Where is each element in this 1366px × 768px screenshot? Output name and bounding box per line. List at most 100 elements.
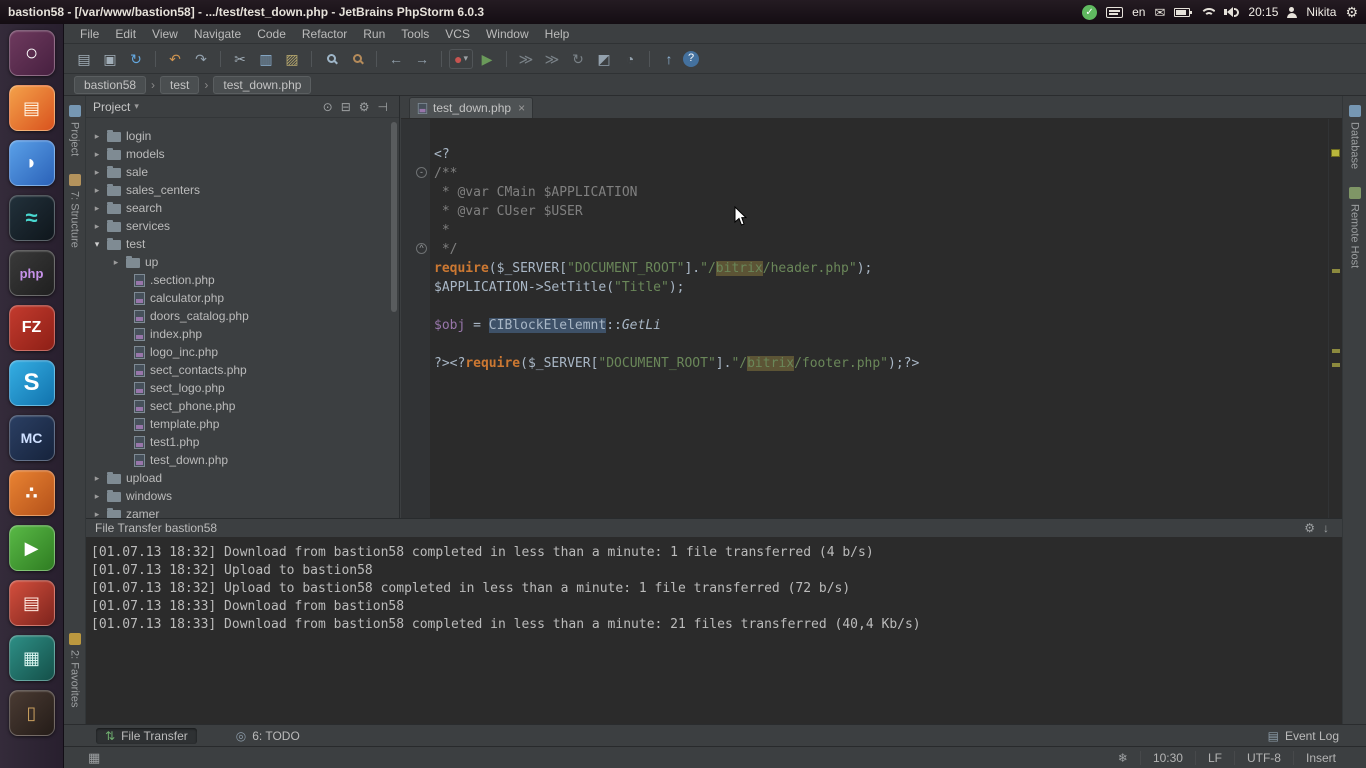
breadcrumb-item[interactable]: test_down.php [213, 75, 312, 94]
media-player[interactable]: ▶ [8, 525, 55, 571]
fold-minus-icon[interactable]: - [416, 167, 427, 178]
hector-icon[interactable]: ❄ [1106, 751, 1140, 765]
toolwindow-button-file-transfer[interactable]: ⇅ File Transfer [96, 727, 197, 744]
tree-item-template-php[interactable]: template.php [86, 415, 391, 433]
close-icon[interactable]: × [516, 101, 525, 115]
settings-icon[interactable]: ⚙ [1300, 521, 1319, 535]
tree-item-sales_centers[interactable]: ▸ sales_centers [86, 181, 391, 199]
tree-expand-arrow[interactable]: ▸ [92, 167, 102, 178]
tree-expand-arrow[interactable]: ▸ [92, 203, 102, 214]
tree-item--section-php[interactable]: .section.php [86, 271, 391, 289]
tree-item-up[interactable]: ▸ up [86, 253, 391, 271]
file-transfer-console[interactable]: [01.07.13 18:32] Download from bastion58… [86, 538, 1342, 724]
encoding[interactable]: UTF-8 [1233, 750, 1293, 765]
mail-icon[interactable]: ✉ [1154, 6, 1165, 19]
settings-icon[interactable]: ⚙ [355, 100, 374, 114]
tree-item-search[interactable]: ▸ search [86, 199, 391, 217]
wifi-icon[interactable] [1199, 7, 1216, 17]
toolwindow-favorites[interactable]: 2: Favorites [68, 624, 81, 716]
menu-refactor[interactable]: Refactor [294, 24, 355, 43]
breadcrumb-item[interactable]: test [160, 75, 200, 94]
browser[interactable]: ◗ [8, 140, 55, 186]
stripe-mark[interactable] [1332, 269, 1340, 273]
toolwindow-button-todo[interactable]: ◎ 6: TODO [227, 728, 309, 744]
line-separator[interactable]: LF [1194, 750, 1234, 765]
tab-test_down-php[interactable]: test_down.php × [409, 97, 534, 118]
menu-edit[interactable]: Edit [107, 24, 144, 43]
trash[interactable]: ▯ [8, 690, 55, 736]
red-stack-app[interactable]: ▤ [8, 580, 55, 626]
menu-run[interactable]: Run [355, 24, 393, 43]
toolwindow-project[interactable]: Project [68, 96, 81, 165]
orange-app[interactable]: ∴ [8, 470, 55, 516]
tree-item-test[interactable]: ▾ test [86, 235, 391, 253]
fold-end-icon[interactable]: ^ [416, 243, 427, 254]
scroll-to-end-icon[interactable]: ↓ [1319, 521, 1333, 535]
tree-expand-arrow[interactable]: ▸ [92, 131, 102, 142]
keyboard-icon[interactable] [1106, 6, 1124, 18]
caret-position[interactable]: 10:30 [1139, 750, 1195, 765]
tree-item-doors_catalog-php[interactable]: doors_catalog.php [86, 307, 391, 325]
phpstorm[interactable]: php [8, 250, 55, 296]
find-icon[interactable] [319, 47, 343, 71]
redo-icon[interactable]: ↷ [189, 47, 213, 71]
menu-navigate[interactable]: Navigate [186, 24, 249, 43]
help-icon[interactable]: ? [683, 50, 699, 67]
messaging-status-icon[interactable]: ✓ [1082, 4, 1098, 20]
insert-mode[interactable]: Insert [1292, 750, 1348, 765]
tree-item-test1-php[interactable]: test1.php [86, 433, 391, 451]
menu-vcs[interactable]: VCS [437, 24, 478, 43]
volume-icon[interactable] [1224, 7, 1240, 17]
tree-item-sale[interactable]: ▸ sale [86, 163, 391, 181]
tree-item-calculator-php[interactable]: calculator.php [86, 289, 391, 307]
copy-icon[interactable]: ▥ [254, 47, 278, 71]
stripe-mark[interactable] [1332, 349, 1340, 353]
tree-expand-arrow[interactable]: ▸ [92, 221, 102, 232]
tree-item-login[interactable]: ▸ login [86, 127, 391, 145]
tree-item-models[interactable]: ▸ models [86, 145, 391, 163]
open-icon[interactable]: ▤ [72, 47, 96, 71]
skype[interactable]: S [8, 360, 55, 406]
session-gear-icon[interactable]: ⚙ [1345, 5, 1358, 19]
tree-expand-arrow[interactable]: ▸ [92, 185, 102, 196]
toolwindow-database[interactable]: Database [1348, 96, 1361, 178]
cut-icon[interactable]: ✂ [228, 47, 252, 71]
replace-icon[interactable] [345, 47, 369, 71]
workspace-stack[interactable]: ▦ [8, 635, 55, 681]
coverage-icon[interactable]: ◩ [592, 47, 616, 71]
forward-icon[interactable]: → [410, 47, 434, 71]
breadcrumb-item[interactable]: bastion58 [74, 75, 147, 94]
menu-help[interactable]: Help [537, 24, 578, 43]
messenger-wave[interactable]: ≈ [8, 195, 55, 241]
menu-window[interactable]: Window [478, 24, 537, 43]
step-into-icon[interactable]: ≫ [540, 47, 564, 71]
scrollbar-thumb[interactable] [391, 122, 397, 312]
error-stripe[interactable] [1328, 119, 1342, 518]
tree-item-index-php[interactable]: index.php [86, 325, 391, 343]
filezilla[interactable]: FZ [8, 305, 55, 351]
keyboard-layout[interactable]: en [1132, 5, 1145, 19]
tree-item-sect_phone-php[interactable]: sect_phone.php [86, 397, 391, 415]
menu-file[interactable]: File [72, 24, 107, 43]
tree-expand-arrow[interactable]: ▸ [92, 149, 102, 160]
code-editor[interactable]: - ^ <?/** * @var CMain $APPLICATION * @va… [401, 119, 1342, 518]
tree-expand-arrow[interactable]: ▸ [92, 473, 102, 484]
toolwindow-button-event-log[interactable]: ▤ Event Log [1259, 728, 1348, 744]
clock[interactable]: 20:15 [1248, 5, 1278, 19]
tree-expand-arrow[interactable]: ▸ [92, 509, 102, 519]
tree-item-logo_inc-php[interactable]: logo_inc.php [86, 343, 391, 361]
collapse-all-icon[interactable]: ⊟ [337, 100, 355, 114]
undo-icon[interactable]: ↶ [163, 47, 187, 71]
tree-item-upload[interactable]: ▸ upload [86, 469, 391, 487]
toolwindow-structure[interactable]: 7: Structure [68, 165, 81, 257]
profiler-icon[interactable]: ◔ [618, 47, 642, 71]
tree-expand-arrow[interactable]: ▸ [111, 257, 121, 268]
dash-home[interactable]: ○ [8, 30, 55, 76]
battery-icon[interactable] [1174, 7, 1193, 17]
tree-item-test_down-php[interactable]: test_down.php [86, 451, 391, 469]
locate-icon[interactable]: ⊙ [319, 100, 337, 114]
file-manager[interactable]: ▤ [8, 85, 55, 131]
menu-tools[interactable]: Tools [393, 24, 437, 43]
synchronize-icon[interactable]: ↻ [124, 47, 148, 71]
menu-view[interactable]: View [144, 24, 186, 43]
